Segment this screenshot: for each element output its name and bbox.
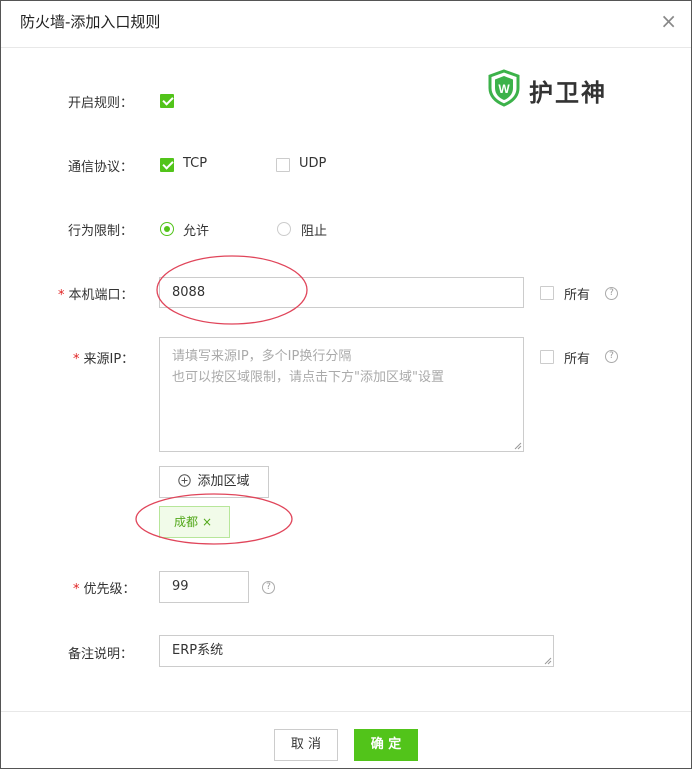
allow-label: 允许 [183, 224, 210, 239]
source-ip-placeholder-line2: 也可以按区域限制，请点击下方"添加区域"设置 [172, 370, 444, 385]
tcp-label: TCP [183, 156, 208, 171]
deny-radio[interactable] [277, 222, 291, 236]
local-port-input[interactable]: 8088 [159, 277, 524, 308]
source-ip-textarea[interactable]: 请填写来源IP，多个IP换行分隔 也可以按区域限制，请点击下方"添加区域"设置 [159, 337, 524, 452]
shield-logo-icon: W [488, 69, 520, 107]
help-icon[interactable]: ? [262, 581, 275, 594]
remark-input[interactable]: ERP系统 [159, 635, 554, 667]
source-ip-label-text: 来源IP： [83, 352, 135, 367]
udp-label: UDP [299, 156, 327, 171]
cancel-button[interactable]: 取 消 [274, 729, 338, 761]
region-tag-label: 成都 [174, 515, 199, 529]
enable-rule-checkbox[interactable] [160, 94, 174, 108]
remove-tag-icon[interactable]: × [202, 515, 212, 529]
logo-text: 护卫神 [529, 79, 607, 107]
priority-label: * 优先级： [73, 578, 136, 597]
enable-rule-label: 开启规则： [68, 96, 134, 111]
remark-value: ERP系统 [172, 643, 224, 658]
dialog-footer: 取 消 确 定 [1, 711, 691, 769]
resize-handle-icon[interactable] [514, 442, 522, 450]
source-ip-label: * 来源IP： [73, 348, 134, 367]
priority-label-text: 优先级： [83, 582, 136, 597]
source-ip-all-checkbox[interactable] [540, 350, 554, 364]
help-icon[interactable]: ? [605, 287, 618, 300]
source-ip-all-label: 所有 [564, 352, 591, 367]
add-region-button[interactable]: 添加区域 [159, 466, 269, 498]
dialog-title: 防火墙-添加入口规则 [20, 13, 161, 31]
resize-handle-icon[interactable] [544, 657, 552, 665]
local-port-all-checkbox[interactable] [540, 286, 554, 300]
deny-label: 阻止 [301, 224, 328, 239]
required-mark: * [58, 288, 65, 303]
add-region-label: 添加区域 [197, 474, 250, 489]
close-icon[interactable]: × [660, 9, 677, 33]
udp-checkbox[interactable] [276, 158, 290, 172]
svg-text:W: W [498, 82, 510, 96]
region-tag-chengdu: 成都 × [159, 506, 230, 538]
plus-circle-icon [178, 474, 192, 487]
protocol-label: 通信协议： [68, 160, 134, 175]
remark-label: 备注说明： [68, 647, 134, 662]
local-port-all-label: 所有 [564, 288, 591, 303]
required-mark: * [73, 582, 80, 597]
allow-radio[interactable] [160, 222, 174, 236]
source-ip-placeholder-line1: 请填写来源IP，多个IP换行分隔 [172, 349, 352, 364]
local-port-label: * 本机端口： [58, 284, 134, 303]
firewall-rule-dialog: 防火墙-添加入口规则 × W 护卫神 开启规则： 通信协议： TCP UDP 行… [0, 0, 692, 769]
required-mark: * [73, 352, 80, 367]
action-label: 行为限制： [68, 224, 134, 239]
local-port-label-text: 本机端口： [68, 288, 134, 303]
tcp-checkbox[interactable] [160, 158, 174, 172]
confirm-button[interactable]: 确 定 [354, 729, 418, 761]
help-icon[interactable]: ? [605, 350, 618, 363]
priority-input[interactable]: 99 [159, 571, 249, 603]
dialog-header: 防火墙-添加入口规则 × [1, 1, 691, 48]
